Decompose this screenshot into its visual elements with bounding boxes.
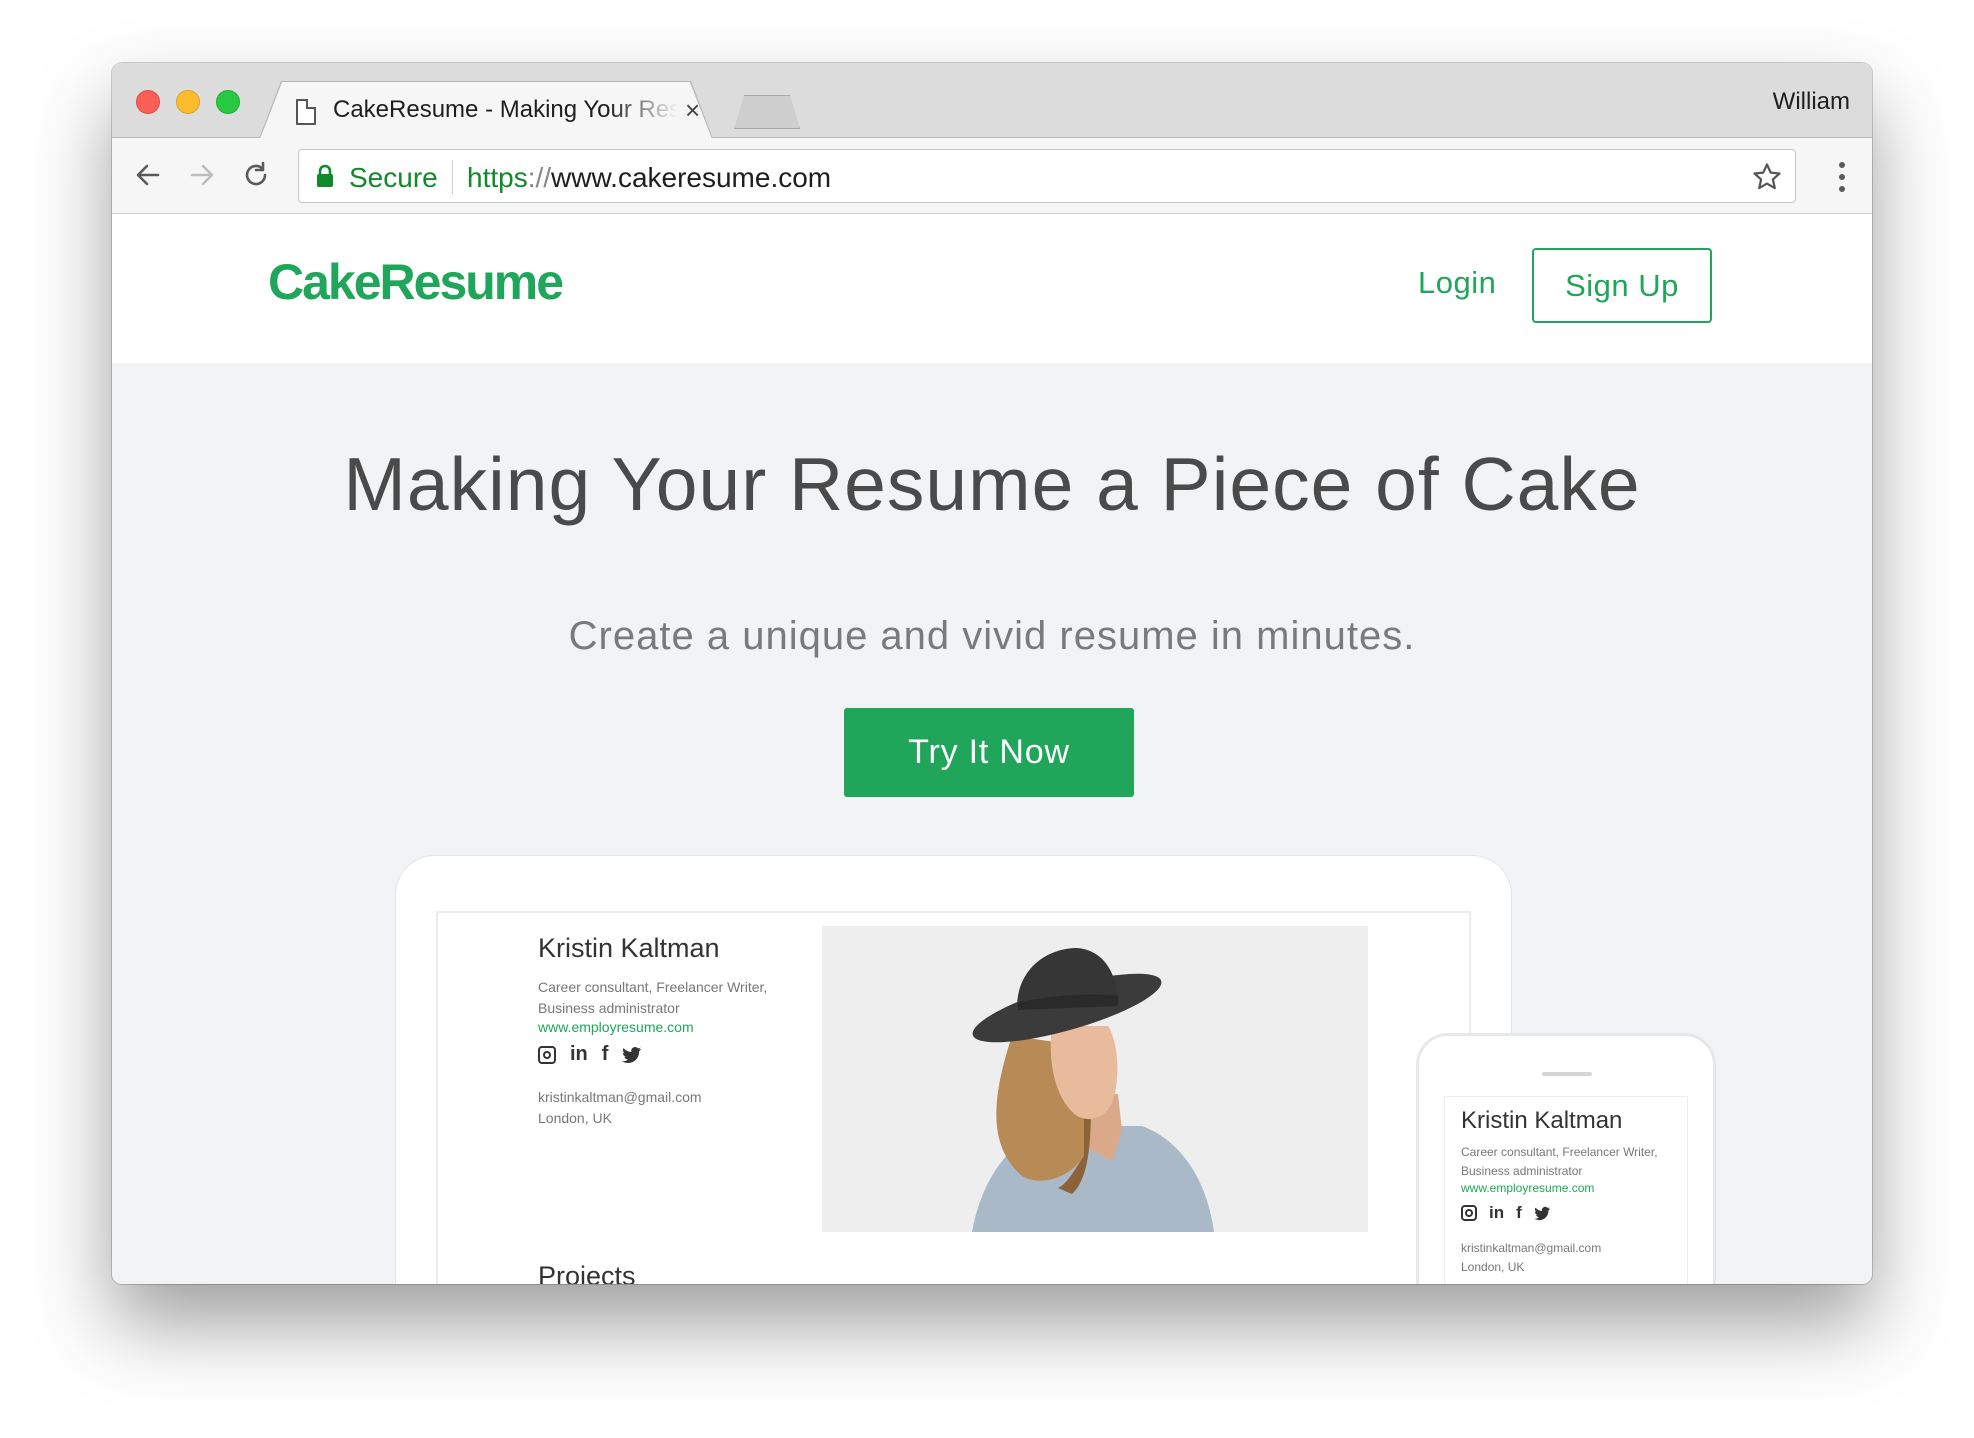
linkedin-icon: in bbox=[570, 1043, 588, 1065]
tab-strip: CakeResume - Making Your Resume a Piece … bbox=[112, 63, 1872, 138]
login-link[interactable]: Login bbox=[1418, 265, 1496, 301]
resume-role-line: Business administrator bbox=[538, 1000, 680, 1016]
url-scheme: https bbox=[467, 162, 528, 193]
url-separator: :// bbox=[527, 162, 552, 193]
resume-role-line: Career consultant, Freelancer Writer, bbox=[538, 979, 768, 995]
more-vert-icon[interactable] bbox=[1838, 160, 1846, 194]
address-bar[interactable]: Secure https://www.cakeresume.com bbox=[298, 149, 1796, 203]
site-logo[interactable]: CakeResume bbox=[268, 253, 564, 311]
url-text[interactable]: https://www.cakeresume.com bbox=[467, 162, 831, 194]
instagram-icon bbox=[1461, 1205, 1477, 1221]
mobile-preview-frame: Kristin Kaltman Career consultant, Freel… bbox=[1416, 1033, 1716, 1284]
secure-label: Secure bbox=[349, 162, 438, 193]
resume-contact: kristinkaltman@gmail.com London, UK bbox=[1461, 1239, 1601, 1277]
minimize-window-button[interactable] bbox=[176, 90, 200, 114]
try-it-now-button[interactable]: Try It Now bbox=[844, 708, 1134, 797]
tab-title[interactable]: CakeResume - Making Your Resume a Piece … bbox=[333, 96, 678, 124]
resume-preview-screen: Kristin Kaltman Career consultant, Freel… bbox=[436, 911, 1471, 1284]
projects-heading: Projects bbox=[538, 1261, 636, 1284]
resume-role-line: Business administrator bbox=[1461, 1164, 1583, 1178]
browser-window: CakeResume - Making Your Resume a Piece … bbox=[112, 63, 1872, 1284]
resume-email: kristinkaltman@gmail.com bbox=[538, 1089, 702, 1105]
resume-website: www.employresume.com bbox=[538, 1019, 694, 1035]
page-viewport: CakeResume Login Sign Up Making Your Res… bbox=[112, 215, 1872, 1284]
zoom-window-button[interactable] bbox=[216, 90, 240, 114]
document-icon bbox=[296, 99, 316, 125]
resume-contact: kristinkaltman@gmail.com London, UK bbox=[538, 1087, 702, 1129]
close-icon[interactable]: × bbox=[685, 93, 700, 127]
resume-role: Career consultant, Freelancer Writer, Bu… bbox=[538, 977, 788, 1019]
phone-speaker bbox=[1542, 1072, 1592, 1076]
resume-website: www.employresume.com bbox=[1461, 1181, 1595, 1195]
social-icons: in f bbox=[1461, 1203, 1551, 1223]
resume-role: Career consultant, Freelancer Writer, Bu… bbox=[1461, 1143, 1681, 1181]
linkedin-icon: in bbox=[1489, 1203, 1505, 1222]
close-window-button[interactable] bbox=[136, 90, 160, 114]
resume-name: Kristin Kaltman bbox=[538, 933, 720, 963]
mobile-resume-screen: Kristin Kaltman Career consultant, Freel… bbox=[1444, 1096, 1688, 1284]
facebook-icon: f bbox=[1516, 1203, 1522, 1222]
resume-location: London, UK bbox=[538, 1110, 612, 1126]
desktop-preview-frame: Kristin Kaltman Career consultant, Freel… bbox=[395, 855, 1512, 1284]
browser-toolbar: Secure https://www.cakeresume.com bbox=[112, 138, 1872, 214]
sign-up-button[interactable]: Sign Up bbox=[1532, 248, 1712, 323]
url-host: www.cakeresume.com bbox=[551, 162, 832, 193]
back-arrow-icon[interactable] bbox=[130, 157, 166, 193]
hero-subtitle: Create a unique and vivid resume in minu… bbox=[568, 614, 1416, 658]
instagram-icon bbox=[538, 1045, 556, 1064]
profile-name[interactable]: William bbox=[1773, 88, 1850, 116]
hero-title: Making Your Resume a Piece of Cake bbox=[343, 442, 1641, 526]
twitter-icon bbox=[622, 1046, 642, 1063]
social-icons: in f bbox=[538, 1043, 642, 1066]
lock-icon bbox=[317, 164, 333, 187]
star-icon[interactable] bbox=[1751, 161, 1783, 193]
resume-role-line: Career consultant, Freelancer Writer, bbox=[1461, 1145, 1658, 1159]
resume-email: kristinkaltman@gmail.com bbox=[1461, 1241, 1602, 1255]
facebook-icon: f bbox=[601, 1043, 609, 1065]
profile-photo bbox=[822, 926, 1368, 1232]
forward-arrow-icon[interactable] bbox=[184, 157, 220, 193]
site-header: CakeResume Login Sign Up bbox=[112, 215, 1872, 363]
reload-icon[interactable] bbox=[238, 157, 274, 193]
resume-name: Kristin Kaltman bbox=[1461, 1107, 1623, 1134]
omnibox-divider bbox=[452, 160, 453, 194]
new-tab-button[interactable] bbox=[734, 95, 800, 129]
resume-location: London, UK bbox=[1461, 1260, 1525, 1274]
twitter-icon bbox=[1533, 1206, 1550, 1220]
